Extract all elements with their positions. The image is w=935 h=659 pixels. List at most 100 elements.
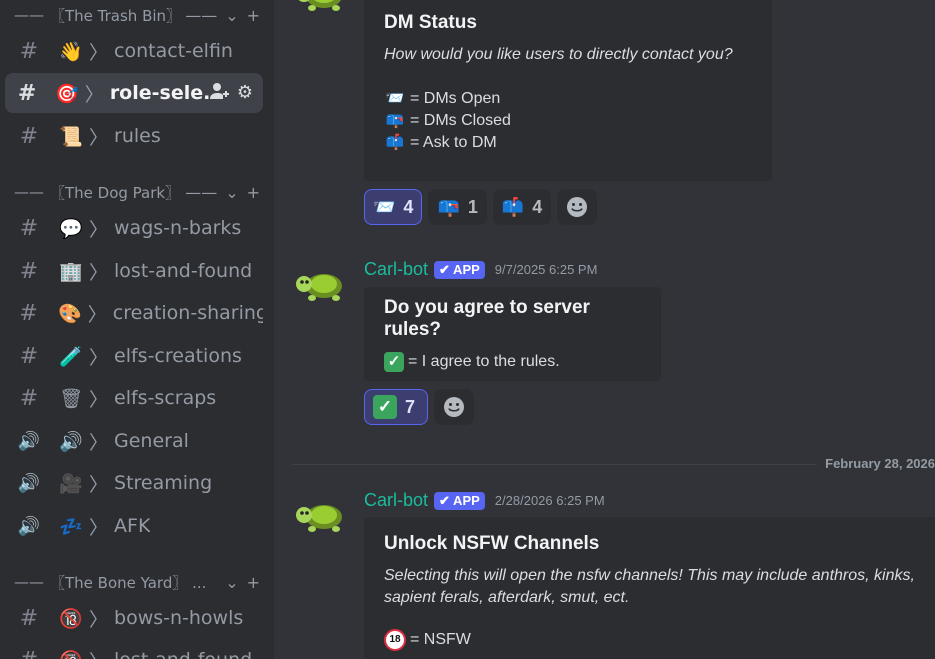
category-trash-bin[interactable]: —— 〖The Trash Bin〗 —— ⌄ + <box>14 3 260 27</box>
channel-name: AFK <box>114 515 151 537</box>
turtle-avatar[interactable] <box>294 493 346 533</box>
speech-bubble-emoji-icon: 💬 <box>59 217 83 240</box>
closed-mailbox-icon: 📪 <box>437 196 460 217</box>
category-bone-yard[interactable]: —— 〖The Bone Yard〗 ... ⌄ + <box>14 570 260 594</box>
reaction-count: 4 <box>403 196 414 217</box>
channel-name: contact-elfin <box>114 40 233 62</box>
add-member-icon[interactable] <box>209 82 229 105</box>
channel-role-selection[interactable]: # 🎯 〉 role-sele... ⚙ <box>5 73 263 113</box>
embed-description: Selecting this will open the nsfw channe… <box>384 567 915 606</box>
embed-title: Do you agree to server rules? <box>384 297 590 340</box>
speaker-icon: 🔊 <box>17 515 41 537</box>
channel-arrow: 〉 <box>89 346 109 369</box>
hashtag-icon: # <box>19 258 39 284</box>
channel-arrow: 〉 <box>89 261 109 284</box>
hashtag-icon: # <box>19 343 39 369</box>
voice-channel-general[interactable]: 🔊 🔊 〉 General <box>5 421 263 461</box>
app-badge: ✔ APP <box>434 491 485 510</box>
channel-name: role-sele... <box>109 82 209 104</box>
reaction-agree[interactable]: ✓ 7 <box>364 389 428 425</box>
building-emoji-icon: 🏢 <box>59 260 83 283</box>
envelope-mailbox-icon: 📨 <box>385 90 405 107</box>
scroll-emoji-icon: 📜 <box>59 125 83 148</box>
plus-icon[interactable]: + <box>247 6 260 25</box>
channel-creation-sharing[interactable]: # 🎨 〉 creation-sharing <box>5 293 263 333</box>
turtle-avatar[interactable] <box>294 262 346 302</box>
channel-lost-and-found[interactable]: # 🏢 〉 lost-and-found <box>5 251 263 291</box>
hashtag-icon: # <box>19 123 39 149</box>
channel-arrow: 〉 <box>89 473 109 496</box>
gear-icon[interactable]: ⚙ <box>237 82 253 105</box>
category-trail: —— <box>185 5 218 25</box>
channel-contact-elfin[interactable]: # 👋 〉 contact-elfin <box>5 31 263 71</box>
channel-name: lost-and-found <box>114 649 252 659</box>
channel-elfs-creations[interactable]: # 🧪 〉 elfs-creations <box>5 336 263 376</box>
reaction-dms-open[interactable]: 📨 4 <box>364 189 423 225</box>
embed-line-dms-open: 📨 = DMs Open <box>384 88 756 110</box>
plus-icon[interactable]: + <box>247 183 260 202</box>
voice-channel-streaming[interactable]: 🔊 🎥 〉 Streaming <box>5 463 263 503</box>
chevron-down-icon[interactable]: ⌄ <box>225 6 238 25</box>
add-reaction-button[interactable] <box>557 189 598 225</box>
reaction-ask-to-dm[interactable]: 📫 4 <box>492 189 552 225</box>
message-header: Carl-bot ✔ APP 2/28/2026 6:25 PM <box>364 490 605 511</box>
hashtag-icon: # <box>19 38 39 64</box>
rules-reactions: ✓ 7 <box>364 389 474 425</box>
palette-emoji-icon: 🎨 <box>58 302 82 325</box>
embed-line-ask-to-dm: 📫 = Ask to DM <box>384 132 756 154</box>
speaker-emoji-icon: 🔊 <box>59 430 83 453</box>
voice-channel-afk[interactable]: 🔊 💤 〉 AFK <box>5 506 263 546</box>
channel-rules[interactable]: # 📜 〉 rules <box>5 116 263 156</box>
category-label: 〖The Dog Park〗 <box>50 183 181 202</box>
hashtag-nsfw-icon: # <box>19 605 39 631</box>
chevron-down-icon[interactable]: ⌄ <box>225 573 238 592</box>
channel-arrow: 〉 <box>89 218 109 241</box>
channel-arrow: 〉 <box>89 388 109 411</box>
channel-arrow: 〉 <box>89 647 108 659</box>
reaction-dms-closed[interactable]: 📪 1 <box>428 189 487 225</box>
channel-name: elfs-creations <box>114 345 242 367</box>
author-name[interactable]: Carl-bot <box>364 490 428 511</box>
turtle-avatar[interactable] <box>294 0 346 12</box>
channel-name: Streaming <box>114 472 213 494</box>
timestamp: 2/28/2026 6:25 PM <box>494 493 605 508</box>
no-under-18-icon: 18 <box>384 629 406 651</box>
channel-name: bows-n-howls <box>114 607 244 629</box>
envelope-mailbox-icon: 📨 <box>373 196 396 217</box>
check-mark-icon: ✓ <box>373 395 397 419</box>
embed-line-nsfw: 18 = NSFW <box>384 629 935 651</box>
channel-wags-n-barks[interactable]: # 💬 〉 wags-n-barks <box>5 208 263 248</box>
chevron-down-icon[interactable]: ⌄ <box>225 183 238 202</box>
mailbox-flag-icon: 📫 <box>501 196 525 217</box>
message-header: Carl-bot ✔ APP 9/7/2025 6:25 PM <box>364 259 597 280</box>
reaction-count: 1 <box>467 196 478 217</box>
embed-line-dms-closed: 📪 = DMs Closed <box>384 110 756 132</box>
channel-arrow: 〉 <box>89 126 109 149</box>
category-dog-park[interactable]: —— 〖The Dog Park〗 —— ⌄ + <box>14 180 260 204</box>
plus-icon[interactable]: + <box>247 573 260 592</box>
reaction-count: 4 <box>532 196 543 217</box>
channel-name: wags-n-barks <box>114 217 242 239</box>
line-text: = DMs Open <box>410 90 501 107</box>
target-emoji-icon: 🎯 <box>55 82 79 105</box>
category-label: 〖The Bone Yard〗 ... <box>50 573 207 592</box>
channel-arrow: 〉 <box>89 608 109 631</box>
add-reaction-button[interactable] <box>434 389 474 425</box>
category-trail: —— <box>185 182 218 202</box>
channel-arrow: 〉 <box>89 41 109 64</box>
line-text: = DMs Closed <box>410 112 511 129</box>
smiley-icon <box>444 397 464 417</box>
author-name[interactable]: Carl-bot <box>364 259 428 280</box>
hashtag-icon: # <box>19 215 39 241</box>
speaker-icon: 🔊 <box>17 430 41 452</box>
no-under-18-emoji-icon: 🔞 <box>59 607 83 630</box>
nsfw-embed: Unlock NSFW Channels Selecting this will… <box>364 517 935 659</box>
channel-bows-n-howls[interactable]: # 🔞 〉 bows-n-howls <box>5 598 263 638</box>
embed-title: DM Status <box>384 12 477 33</box>
line-text: = NSFW <box>410 631 471 648</box>
movie-camera-emoji-icon: 🎥 <box>59 472 83 495</box>
channel-lost-and-found-nsfw[interactable]: # 🔞 〉 lost-and-found <box>5 640 263 659</box>
channel-elfs-scraps[interactable]: # 🗑 〉 elfs-scraps <box>5 378 263 418</box>
mailbox-flag-icon: 📫 <box>385 134 405 151</box>
app-badge: ✔ APP <box>434 260 485 279</box>
